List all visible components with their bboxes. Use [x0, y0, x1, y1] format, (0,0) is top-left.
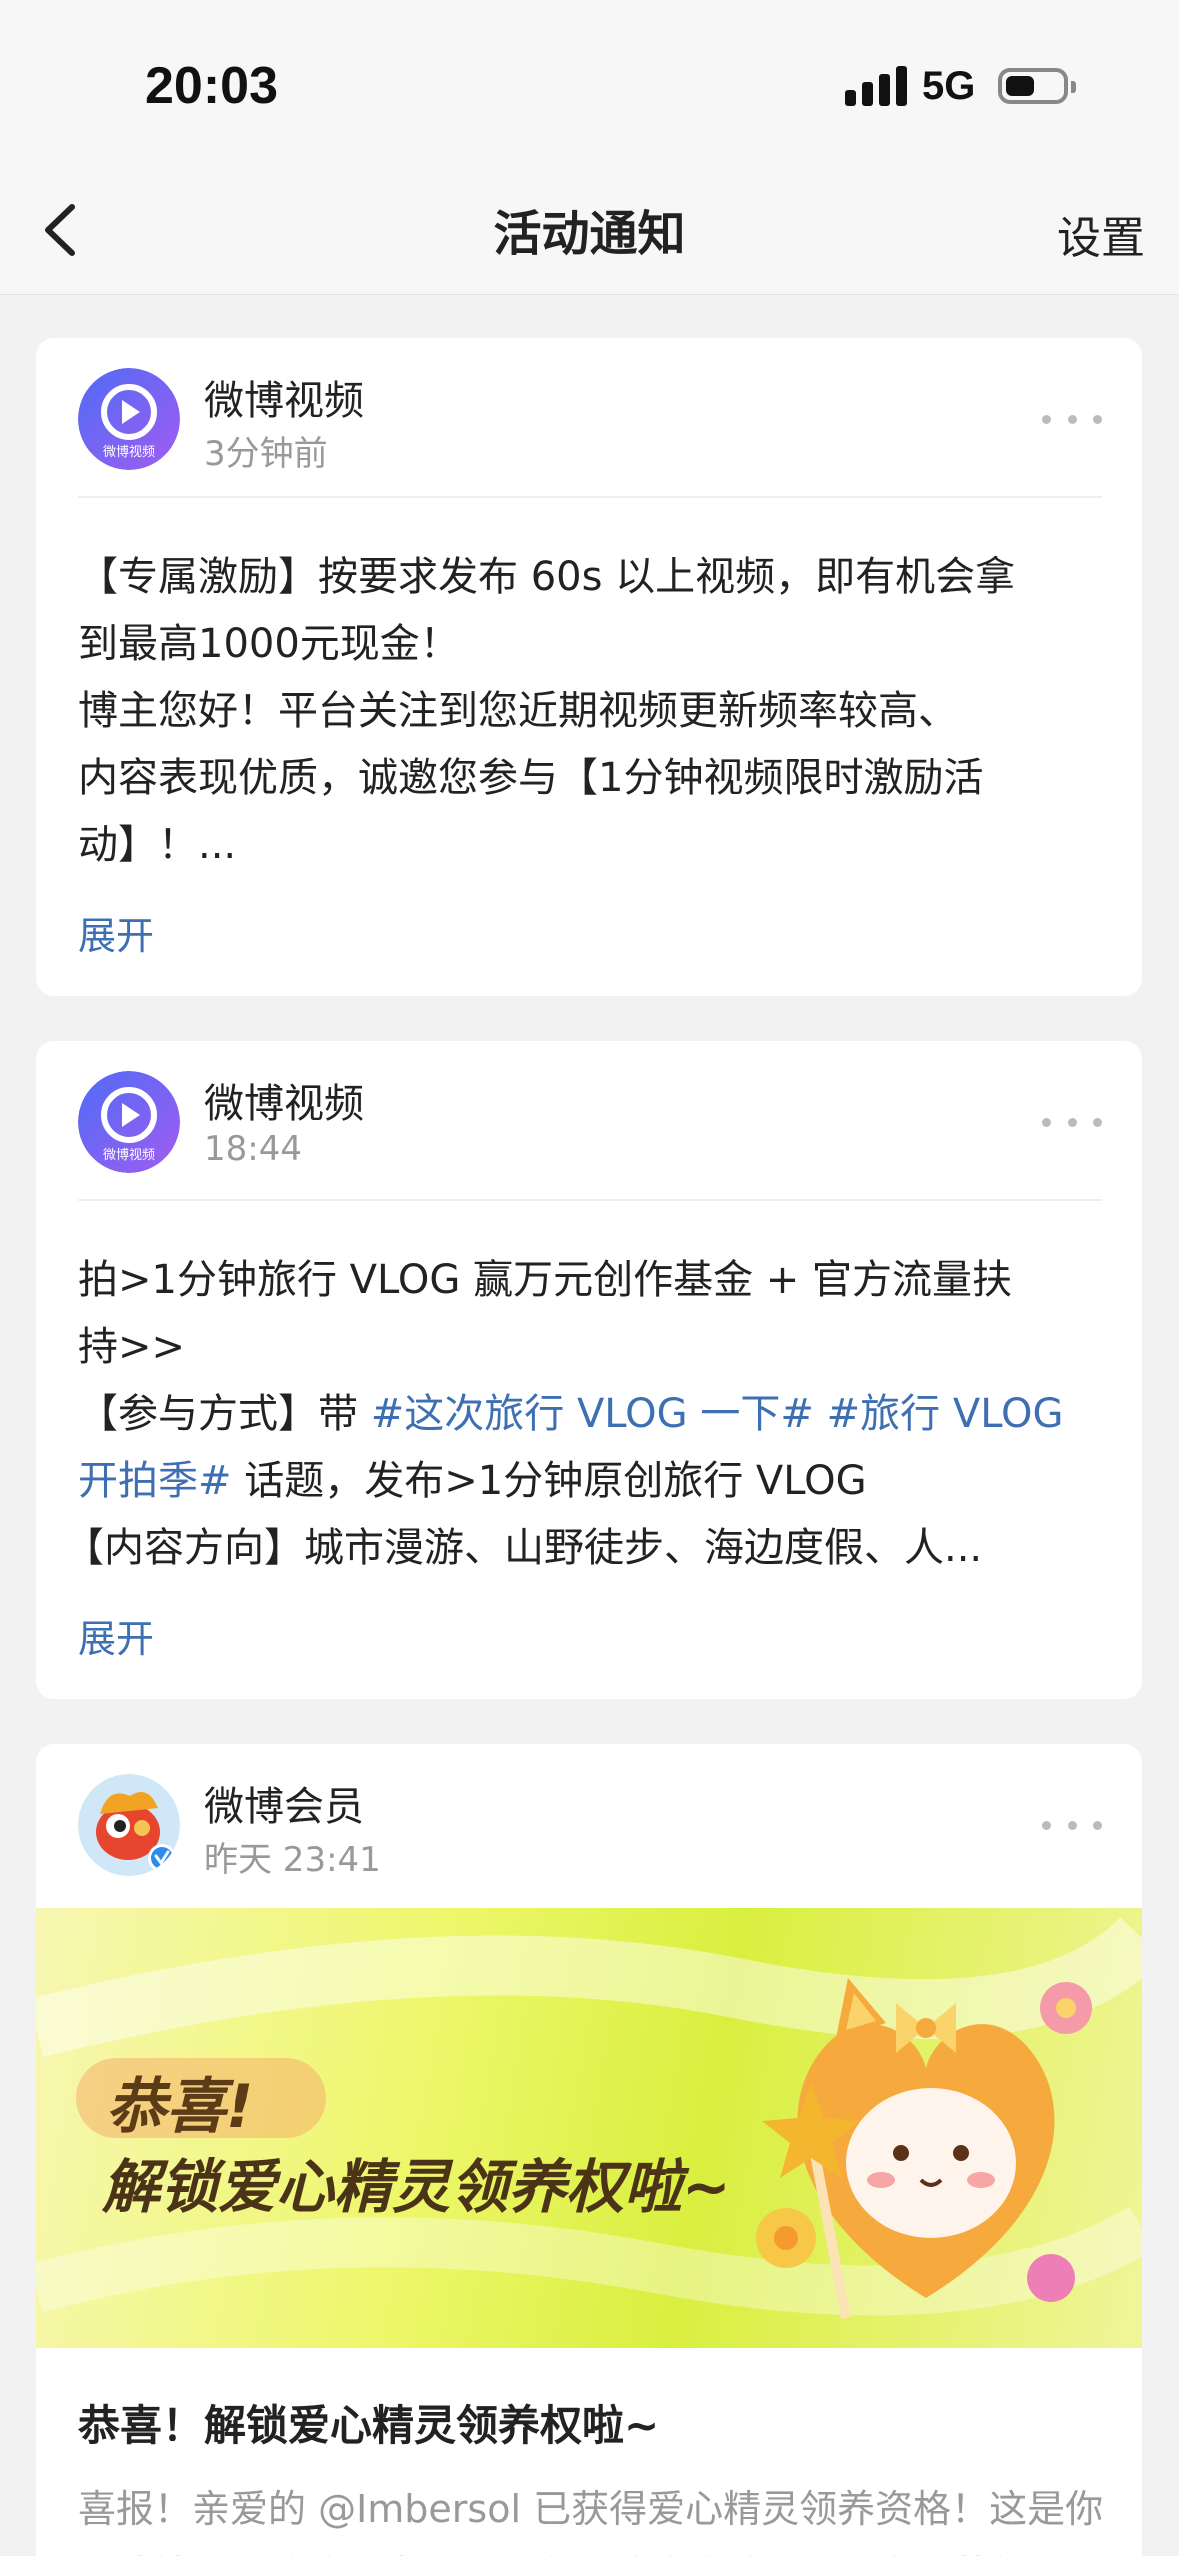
card-header: 微博会员 昨天 23:41	[36, 1744, 1142, 1904]
page-title: 活动通知	[493, 206, 686, 262]
weibo-video-logo-icon: 微博视频	[78, 368, 180, 470]
message-title: 恭喜！解锁爱心精灵领养权啦~	[78, 2401, 660, 2450]
weibo-video-logo-icon: 微博视频	[78, 1071, 180, 1173]
card-header: 微博视频 微博视频 18:44	[36, 1041, 1142, 1201]
more-dots-icon	[1042, 1820, 1051, 1830]
message-line: 喜报！亲爱的 @Imbersol 已获得爱心精灵领养资格！这是你	[78, 2487, 1102, 2531]
expand-link[interactable]: 展开	[78, 905, 154, 960]
svg-text:微博视频: 微博视频	[103, 445, 155, 460]
more-dots-icon	[1042, 414, 1051, 424]
network-type: 5G	[922, 64, 976, 108]
notification-card[interactable]: 微博会员 昨天 23:41 恭喜! 解锁爱心精灵领养权啦~ 恭喜！解锁爱心精灵领…	[36, 1744, 1142, 2556]
avatar[interactable]: 微博视频	[78, 368, 180, 470]
message-line: 博主您好！平台关注到您近期视频更新频率较高、	[78, 688, 958, 734]
settings-button[interactable]: 设置	[1057, 202, 1145, 266]
signal-icon	[845, 66, 907, 106]
message-line: 们感情升温的第一步，开启专属养成体验，见证它从萌新到	[78, 2542, 1102, 2556]
sender-time: 18:44	[204, 1129, 302, 1169]
message-body: 拍>1分钟旅行 VLOG 赢万元创作基金 + 官方流量扶 持>> 【参与方式】带…	[36, 1201, 1142, 1582]
hashtag-link[interactable]: 开拍季#	[78, 1458, 232, 1504]
message-line: 开拍季# 话题，发布>1分钟原创旅行 VLOG	[78, 1458, 867, 1504]
divider	[78, 496, 1102, 498]
promo-banner[interactable]: 恭喜! 解锁爱心精灵领养权啦~	[36, 1908, 1142, 2348]
avatar[interactable]	[78, 1774, 180, 1876]
sender-time: 昨天 23:41	[204, 1840, 381, 1880]
message-line: 内容表现优质，诚邀您参与【1分钟视频限时激励活	[78, 755, 984, 801]
notification-card[interactable]: 微博视频 微博视频 18:44 拍>1分钟旅行 VLOG 赢万元创作基金 + 官…	[36, 1041, 1142, 1699]
sender-name: 微博会员	[204, 1784, 364, 1830]
weibo-member-mascot-icon	[78, 1774, 180, 1876]
more-options-button[interactable]	[1042, 404, 1102, 434]
status-bar: 20:03 5G	[0, 0, 1179, 170]
card-header: 微博视频 微博视频 3分钟前	[36, 338, 1142, 498]
battery-icon	[998, 68, 1076, 104]
more-options-button[interactable]	[1042, 1107, 1102, 1137]
message-line: 动】！...	[78, 822, 237, 868]
status-time: 20:03	[145, 57, 278, 115]
banner-headline: 恭喜!	[106, 2072, 254, 2142]
message-line: 【参与方式】带 #这次旅行 VLOG 一下# #旅行 VLOG	[78, 1391, 1064, 1437]
message-line: 持>>	[78, 1324, 186, 1370]
message-line: 【专属激励】按要求发布 60s 以上视频，即有机会拿	[78, 554, 1016, 600]
sender-name: 微博视频	[204, 1081, 364, 1127]
message-line: 拍>1分钟旅行 VLOG 赢万元创作基金 + 官方流量扶	[78, 1257, 1013, 1303]
sender-name: 微博视频	[204, 378, 364, 424]
hashtag-link[interactable]: #这次旅行 VLOG 一下#	[371, 1391, 814, 1437]
message-line: 到最高1000元现金！	[78, 621, 460, 667]
message-preview: 喜报！亲爱的 @Imbersol 已获得爱心精灵领养资格！这是你 们感情升温的第…	[78, 2476, 1102, 2556]
svg-text:微博视频: 微博视频	[103, 1148, 155, 1163]
divider	[78, 1199, 1102, 1201]
more-options-button[interactable]	[1042, 1810, 1102, 1840]
notification-card[interactable]: 微博视频 微博视频 3分钟前 【专属激励】按要求发布 60s 以上视频，即有机会…	[36, 338, 1142, 996]
avatar[interactable]: 微博视频	[78, 1071, 180, 1173]
banner-subheadline: 解锁爱心精灵领养权啦~	[102, 2153, 731, 2221]
message-line: 【内容方向】城市漫游、山野徒步、海边度假、人...	[64, 1525, 983, 1571]
heart-spirit-mascot-icon	[756, 1978, 1092, 2319]
message-body: 【专属激励】按要求发布 60s 以上视频，即有机会拿 到最高1000元现金！ 博…	[36, 498, 1142, 879]
hashtag-link[interactable]: #旅行 VLOG	[827, 1391, 1064, 1437]
more-dots-icon	[1042, 1117, 1051, 1127]
nav-bar: 活动通知 设置	[0, 170, 1179, 295]
sender-time: 3分钟前	[204, 434, 328, 474]
expand-link[interactable]: 展开	[78, 1608, 154, 1663]
